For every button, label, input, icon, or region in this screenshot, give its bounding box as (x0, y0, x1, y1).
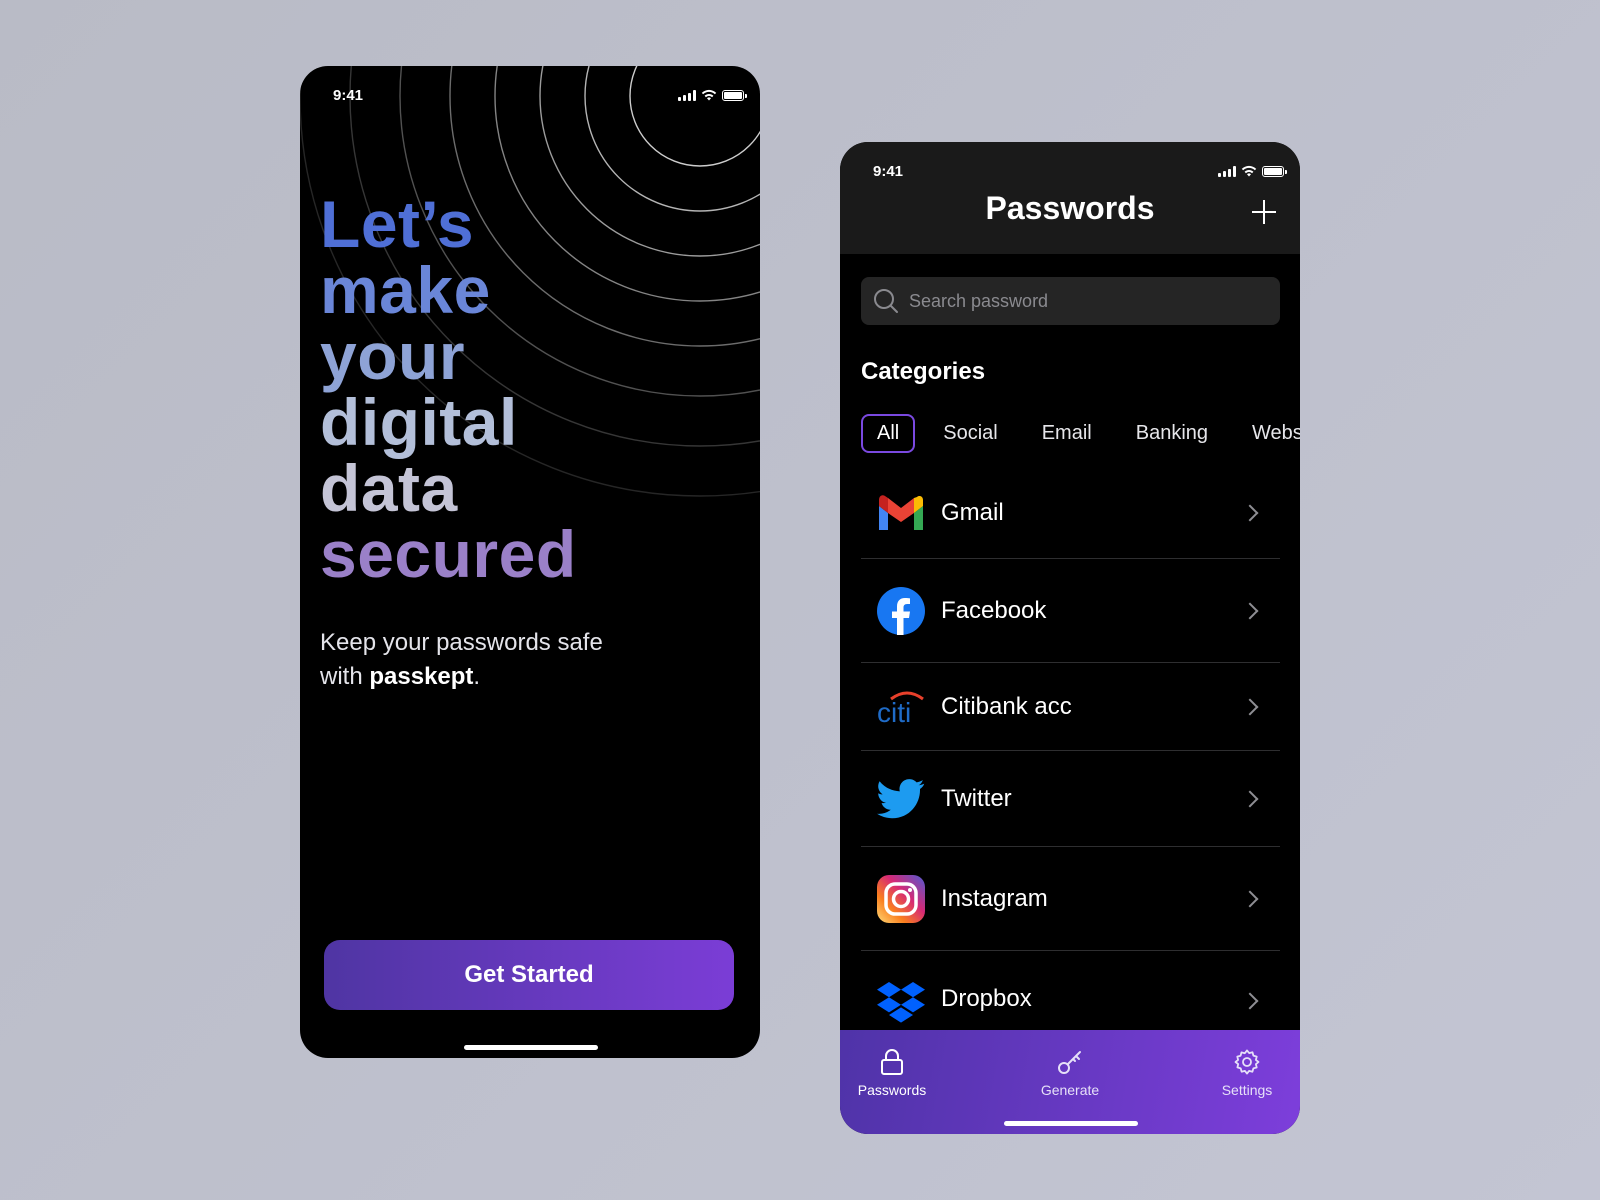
subtitle-period: . (473, 663, 481, 690)
tab-label: Settings (1221, 1082, 1273, 1098)
status-icons (1218, 165, 1287, 177)
chevron-right-icon (1241, 504, 1259, 521)
category-chip-website[interactable]: Websit (1236, 414, 1300, 453)
key-icon (1058, 1051, 1081, 1074)
svg-text:citi: citi (877, 697, 911, 725)
status-icons (678, 89, 747, 101)
category-chip-email[interactable]: Email (1026, 414, 1108, 453)
headline-line: digital (320, 385, 518, 459)
tab-label: Generate (1040, 1082, 1100, 1098)
status-time: 9:41 (333, 86, 364, 104)
category-chip-social[interactable]: Social (927, 414, 1013, 453)
search-bar[interactable] (861, 277, 1280, 325)
header: 9:41 Passwords (840, 142, 1300, 254)
home-indicator (1004, 1121, 1138, 1126)
chevron-right-icon (1241, 602, 1259, 619)
list-item-instagram[interactable]: Instagram (861, 847, 1280, 951)
headline-line: data (320, 451, 458, 525)
tab-generate[interactable]: Generate (1025, 1048, 1115, 1098)
status-time: 9:41 (873, 162, 904, 180)
list-item-name: Facebook (941, 596, 1047, 624)
headline: Let’s make your digital data secured (320, 191, 577, 587)
list-item-twitter[interactable]: Twitter (861, 751, 1280, 847)
category-chip-all[interactable]: All (861, 414, 916, 453)
list-item-facebook[interactable]: Facebook (861, 559, 1280, 663)
citi-icon: citi (877, 683, 925, 731)
category-chip-banking[interactable]: Banking (1120, 414, 1224, 453)
battery-icon (722, 89, 747, 101)
onboarding-screen: 9:41 Let’s make your digital data secure… (300, 66, 760, 1058)
list-item-name: Instagram (941, 884, 1048, 912)
tab-passwords[interactable]: Passwords (847, 1048, 937, 1098)
subtitle-line: Keep your passwords safe (320, 629, 603, 656)
lock-icon (881, 1049, 903, 1075)
wifi-icon (701, 89, 717, 101)
subtitle: Keep your passwords safe with passkept. (320, 626, 660, 694)
home-indicator (464, 1045, 598, 1050)
instagram-icon (877, 874, 925, 923)
get-started-button[interactable]: Get Started (324, 940, 734, 1010)
tab-label: Passwords (857, 1082, 927, 1098)
gmail-icon (877, 489, 925, 537)
password-list: Gmail Facebook citi Citibank acc Twitter… (861, 467, 1280, 1051)
chevron-right-icon (1241, 698, 1259, 715)
tab-settings[interactable]: Settings (1202, 1048, 1292, 1098)
wifi-icon (1241, 165, 1257, 177)
brand-name: passkept (369, 663, 474, 690)
signal-icon (1218, 165, 1236, 177)
headline-line: make (320, 253, 491, 327)
status-bar: 9:41 (300, 66, 760, 110)
twitter-icon (877, 775, 925, 823)
headline-line: Let’s (320, 187, 475, 261)
headline-line: secured (320, 517, 577, 591)
battery-icon (1262, 165, 1287, 177)
category-chips: All Social Email Banking Websit (861, 414, 1300, 453)
dropbox-icon (877, 979, 925, 1027)
list-item-name: Citibank acc (941, 692, 1072, 720)
headline-line: your (320, 319, 466, 393)
subtitle-with: with (320, 663, 370, 690)
search-input[interactable] (909, 290, 1269, 312)
chevron-right-icon (1241, 790, 1259, 807)
list-item-name: Gmail (941, 498, 1004, 526)
facebook-icon (877, 586, 925, 635)
search-icon (874, 289, 898, 313)
page-title: Passwords (985, 190, 1155, 226)
categories-title: Categories (861, 358, 986, 385)
list-item-gmail[interactable]: Gmail (861, 467, 1280, 559)
list-item-name: Twitter (941, 784, 1012, 812)
chevron-right-icon (1241, 890, 1259, 907)
add-password-button[interactable] (1248, 196, 1280, 228)
list-item-name: Dropbox (941, 985, 1032, 1012)
signal-icon (678, 89, 696, 101)
tab-bar: Passwords Generate Settings (840, 1030, 1300, 1134)
passwords-screen: 9:41 Passwords Categories All Social Ema… (840, 142, 1300, 1134)
chevron-right-icon (1241, 992, 1259, 1010)
status-bar: 9:41 (840, 142, 1300, 186)
gear-icon (1234, 1049, 1260, 1075)
list-item-citibank[interactable]: citi Citibank acc (861, 663, 1280, 751)
